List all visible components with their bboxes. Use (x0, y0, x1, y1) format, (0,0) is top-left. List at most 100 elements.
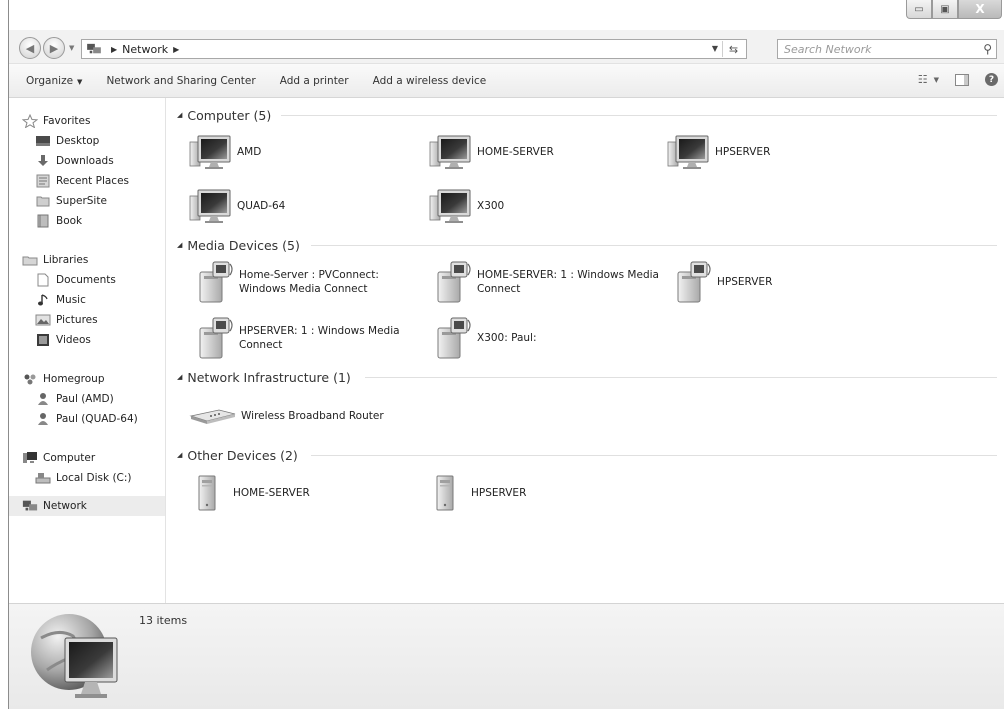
organize-label: Organize (26, 74, 74, 87)
collapse-icon[interactable]: ◢ (177, 451, 182, 459)
sidebar-item-label: Documents (56, 274, 116, 286)
libraries-icon (22, 256, 38, 266)
breadcrumb-chevron-icon[interactable]: ▶ (111, 45, 117, 54)
network-icon (22, 499, 38, 513)
minimize-button[interactable]: ▭ (906, 0, 932, 19)
group-header-computer[interactable]: ◢ Computer (5) (177, 106, 997, 124)
computer-item-amd[interactable]: AMD (189, 134, 261, 170)
sidebar-homegroup[interactable]: Homegroup (9, 369, 165, 389)
search-icon[interactable]: ⚲ (983, 42, 992, 56)
monitor-icon (429, 134, 473, 170)
sidebar-item-local-disk[interactable]: Local Disk (C:) (9, 468, 165, 488)
toolbar-right: ☷ ▼ ? (918, 73, 998, 86)
item-label: HPSERVER (715, 146, 771, 158)
group-header-media-devices[interactable]: ◢ Media Devices (5) (177, 236, 997, 254)
media-item-hpserver[interactable]: HPSERVER (673, 260, 772, 304)
infrastructure-item-router[interactable]: Wireless Broadband Router (189, 406, 384, 426)
sidebar-item-downloads[interactable]: Downloads (9, 151, 165, 171)
help-icon[interactable]: ? (985, 73, 998, 86)
item-label: X300 (477, 200, 505, 212)
folder-icon (36, 196, 50, 207)
other-item-home-server[interactable]: HOME-SERVER (195, 474, 310, 512)
sidebar-item-recent-places[interactable]: Recent Places (9, 171, 165, 191)
media-device-icon (673, 260, 713, 304)
refresh-icon[interactable]: ⇆ (722, 41, 744, 57)
back-button[interactable]: ◀ (19, 37, 41, 59)
sidebar-item-music[interactable]: Music (9, 290, 165, 310)
group-header-network-infrastructure[interactable]: ◢ Network Infrastructure (1) (177, 368, 997, 386)
media-item-home-server-wmc[interactable]: HOME-SERVER: 1 : Windows Media Connect (433, 260, 659, 304)
breadcrumb-network[interactable]: Network (122, 43, 168, 56)
sidebar-item-label: Network (43, 500, 87, 512)
monitor-icon (429, 188, 473, 224)
item-label: QUAD-64 (237, 200, 286, 212)
file-list: ◢ Computer (5) AMD HOME-SERVER HPSERVER … (167, 98, 1004, 603)
media-item-x300-paul[interactable]: X300: Paul: (433, 316, 537, 360)
sidebar-item-supersite[interactable]: SuperSite (9, 191, 165, 211)
media-item-home-server-pvconnect[interactable]: Home-Server : PVConnect: Windows Media Co… (195, 260, 379, 304)
user-icon (38, 393, 48, 405)
media-device-icon (433, 316, 473, 360)
breadcrumb-chevron-icon[interactable]: ▶ (173, 45, 179, 54)
maximize-button[interactable]: ▣ (932, 0, 958, 19)
sidebar-item-paul-amd[interactable]: Paul (AMD) (9, 389, 165, 409)
sidebar-item-label: Computer (43, 452, 96, 464)
item-label: HOME-SERVER (233, 487, 310, 499)
sidebar-item-label: Desktop (56, 135, 100, 147)
forward-button[interactable]: ▶ (43, 37, 65, 59)
collapse-icon[interactable]: ◢ (177, 111, 182, 119)
item-label: X300: Paul: (477, 332, 537, 344)
sidebar-computer[interactable]: Computer (9, 448, 165, 468)
caption-buttons: ▭ ▣ X (906, 0, 1002, 20)
media-item-hpserver-wmc[interactable]: HPSERVER: 1 : Windows Media Connect (195, 316, 400, 360)
monitor-icon (189, 134, 233, 170)
search-input[interactable]: Search Network ⚲ (777, 39, 997, 59)
documents-icon (37, 273, 49, 287)
group-header-other-devices[interactable]: ◢ Other Devices (2) (177, 446, 997, 464)
network-sharing-center-button[interactable]: Network and Sharing Center (106, 75, 255, 87)
other-item-hpserver[interactable]: HPSERVER (433, 474, 526, 512)
videos-icon (37, 334, 49, 346)
back-arrow-icon: ◀ (25, 41, 35, 55)
sidebar-item-pictures[interactable]: Pictures (9, 310, 165, 330)
computer-item-hpserver[interactable]: HPSERVER (667, 134, 770, 170)
collapse-icon[interactable]: ◢ (177, 241, 182, 249)
sidebar-item-desktop[interactable]: Desktop (9, 131, 165, 151)
sidebar-favorites[interactable]: Favorites (9, 111, 165, 131)
item-label: Connect (239, 339, 283, 351)
address-dropdown-icon[interactable]: ▼ (712, 44, 718, 53)
forward-arrow-icon: ▶ (49, 41, 59, 55)
close-button[interactable]: X (958, 0, 1002, 19)
homegroup-icon (24, 374, 36, 385)
router-icon (189, 406, 237, 426)
organize-button[interactable]: Organize ▼ (26, 75, 82, 87)
command-bar: Organize ▼ Network and Sharing Center Add… (9, 64, 1004, 98)
sidebar-network[interactable]: Network (9, 496, 165, 516)
sidebar-item-videos[interactable]: Videos (9, 330, 165, 350)
address-bar[interactable]: ▶ Network ▶ ▼ ⇆ (81, 39, 747, 59)
computer-item-x300[interactable]: X300 (429, 188, 504, 224)
change-view-button[interactable]: ☷ ▼ (918, 73, 939, 86)
monitor-icon (189, 188, 233, 224)
sidebar-item-label: Videos (56, 334, 91, 346)
sidebar-item-documents[interactable]: Documents (9, 270, 165, 290)
item-label: HOME-SERVER (477, 146, 554, 158)
computer-item-home-server[interactable]: HOME-SERVER (429, 134, 554, 170)
preview-pane-icon[interactable] (955, 73, 969, 86)
recent-pages-dropdown-icon[interactable]: ▼ (69, 44, 74, 52)
sidebar-item-label: Paul (AMD) (56, 393, 114, 405)
add-printer-button[interactable]: Add a printer (280, 75, 349, 87)
add-wireless-device-button[interactable]: Add a wireless device (373, 75, 487, 87)
pictures-icon (35, 314, 51, 326)
sidebar-item-paul-quad64[interactable]: Paul (QUAD-64) (9, 409, 165, 429)
sidebar-item-label: Favorites (43, 115, 91, 127)
navigation-pane: Favorites Desktop Downloads Recent Place… (9, 98, 166, 603)
collapse-icon[interactable]: ◢ (177, 373, 182, 381)
item-label: Wireless Broadband Router (241, 410, 384, 422)
address-row: ◀ ▶ ▼ ▶ Network ▶ ▼ ⇆ Search Network ⚲ (9, 30, 1004, 64)
computer-item-quad-64[interactable]: QUAD-64 (189, 188, 285, 224)
downloads-icon (38, 155, 48, 166)
sidebar-item-book[interactable]: Book (9, 211, 165, 231)
sidebar-libraries[interactable]: Libraries (9, 250, 165, 270)
search-placeholder: Search Network (784, 42, 872, 56)
